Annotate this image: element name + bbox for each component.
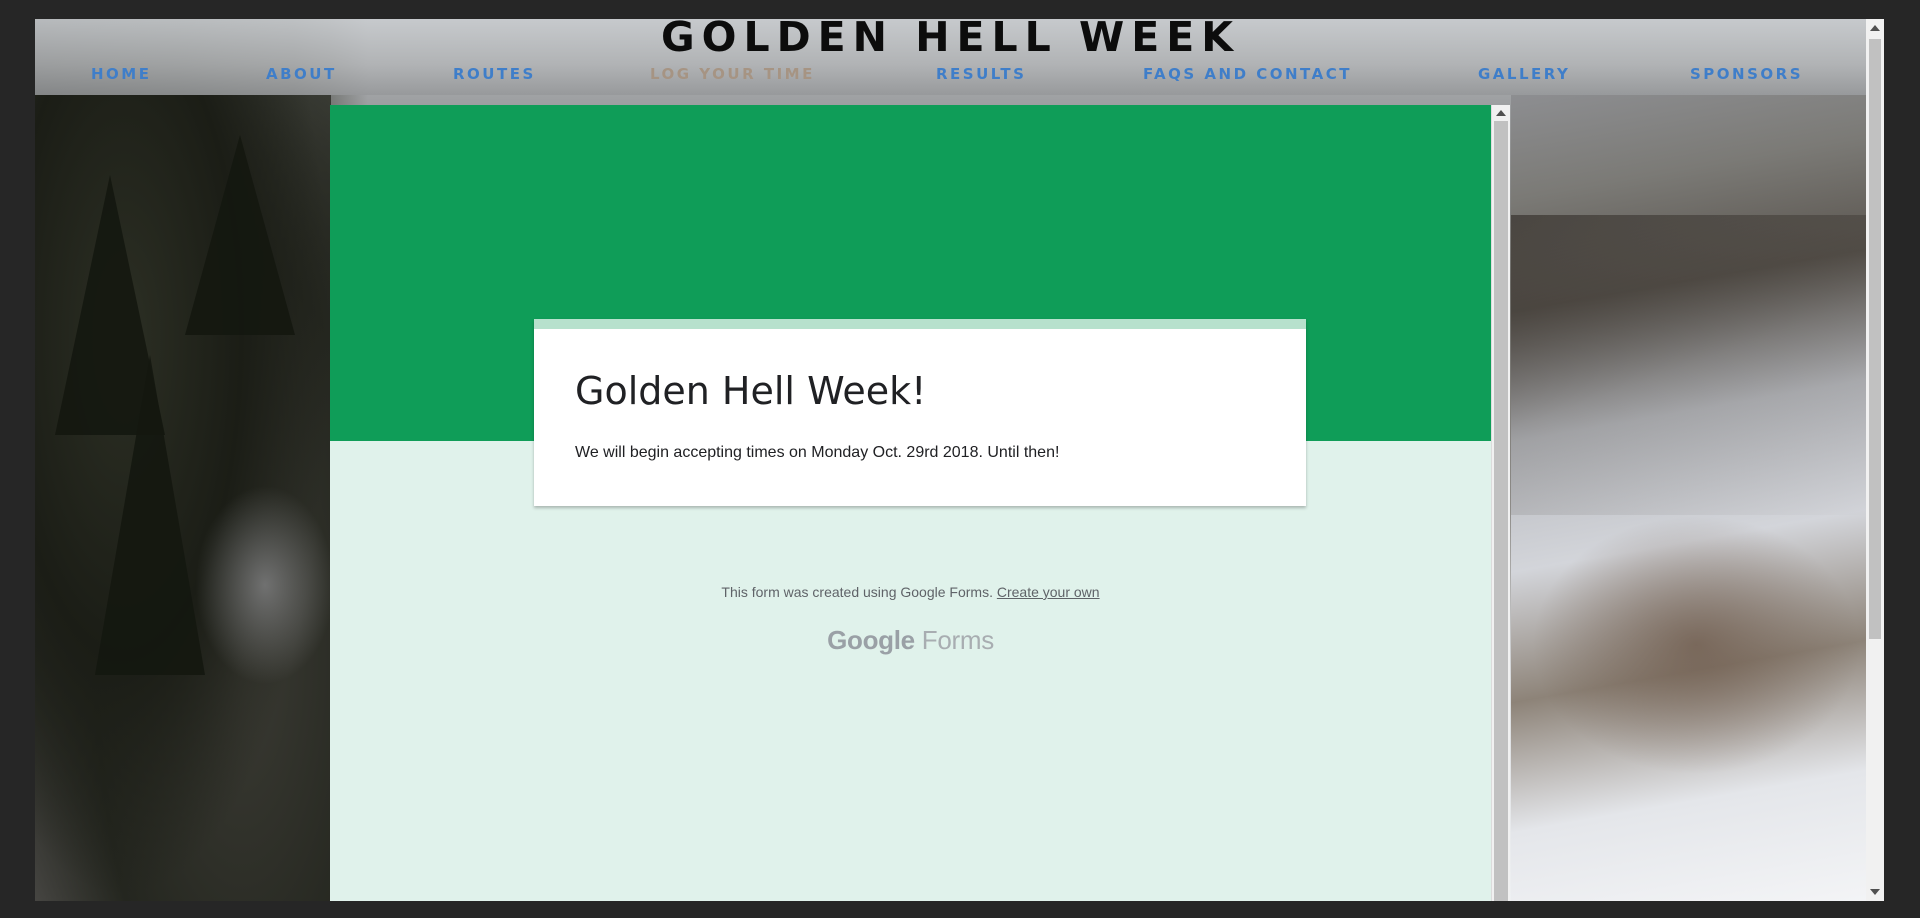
site-header: GOLDEN HELL WEEK HOME ABOUT ROUTES LOG Y… xyxy=(35,19,1866,95)
form-scrollbar[interactable] xyxy=(1491,105,1510,901)
form-title-card: Golden Hell Week! We will begin acceptin… xyxy=(534,319,1306,506)
scroll-up-arrow-icon[interactable] xyxy=(1496,110,1506,116)
form-scrollbar-thumb[interactable] xyxy=(1494,121,1508,901)
nav-sponsors[interactable]: SPONSORS xyxy=(1690,65,1803,83)
brush-thicket xyxy=(1531,515,1861,775)
nav-log-your-time[interactable]: LOG YOUR TIME xyxy=(650,65,815,83)
nav-results[interactable]: RESULTS xyxy=(936,65,1026,83)
form-description: We will begin accepting times on Monday … xyxy=(575,444,1060,461)
google-forms-logo[interactable]: Google Forms xyxy=(330,625,1491,656)
site-title: GOLDEN HELL WEEK xyxy=(660,19,1241,61)
forest-background-photo xyxy=(35,95,335,901)
form-title: Golden Hell Week! xyxy=(575,369,927,413)
page-scrollbar-thumb[interactable] xyxy=(1869,39,1881,639)
browser-viewport: GOLDEN HELL WEEK HOME ABOUT ROUTES LOG Y… xyxy=(35,19,1884,901)
scroll-down-arrow-icon[interactable] xyxy=(1870,889,1880,895)
create-your-own-link[interactable]: Create your own xyxy=(997,584,1100,600)
google-wordmark: Google xyxy=(827,625,915,655)
google-form-embed: Golden Hell Week! We will begin acceptin… xyxy=(330,105,1510,901)
nav-about[interactable]: ABOUT xyxy=(266,65,337,83)
scroll-up-arrow-icon[interactable] xyxy=(1870,25,1880,31)
mountain-background-photo xyxy=(1511,95,1866,901)
tree-silhouette xyxy=(185,135,295,335)
tree-silhouette xyxy=(95,355,205,675)
nav-home[interactable]: HOME xyxy=(91,65,151,83)
footer-text: This form was created using Google Forms… xyxy=(721,584,993,600)
snow-patch xyxy=(195,485,335,685)
nav-faqs-and-contact[interactable]: FAQS AND CONTACT xyxy=(1143,65,1352,83)
hillside-shadow xyxy=(1511,215,1866,515)
form-footer-note: This form was created using Google Forms… xyxy=(330,584,1491,600)
page-scrollbar[interactable] xyxy=(1866,19,1884,901)
forms-wordmark: Forms xyxy=(921,625,994,655)
main-nav: HOME ABOUT ROUTES LOG YOUR TIME RESULTS … xyxy=(35,65,1866,87)
nav-gallery[interactable]: GALLERY xyxy=(1478,65,1570,83)
nav-routes[interactable]: ROUTES xyxy=(453,65,536,83)
